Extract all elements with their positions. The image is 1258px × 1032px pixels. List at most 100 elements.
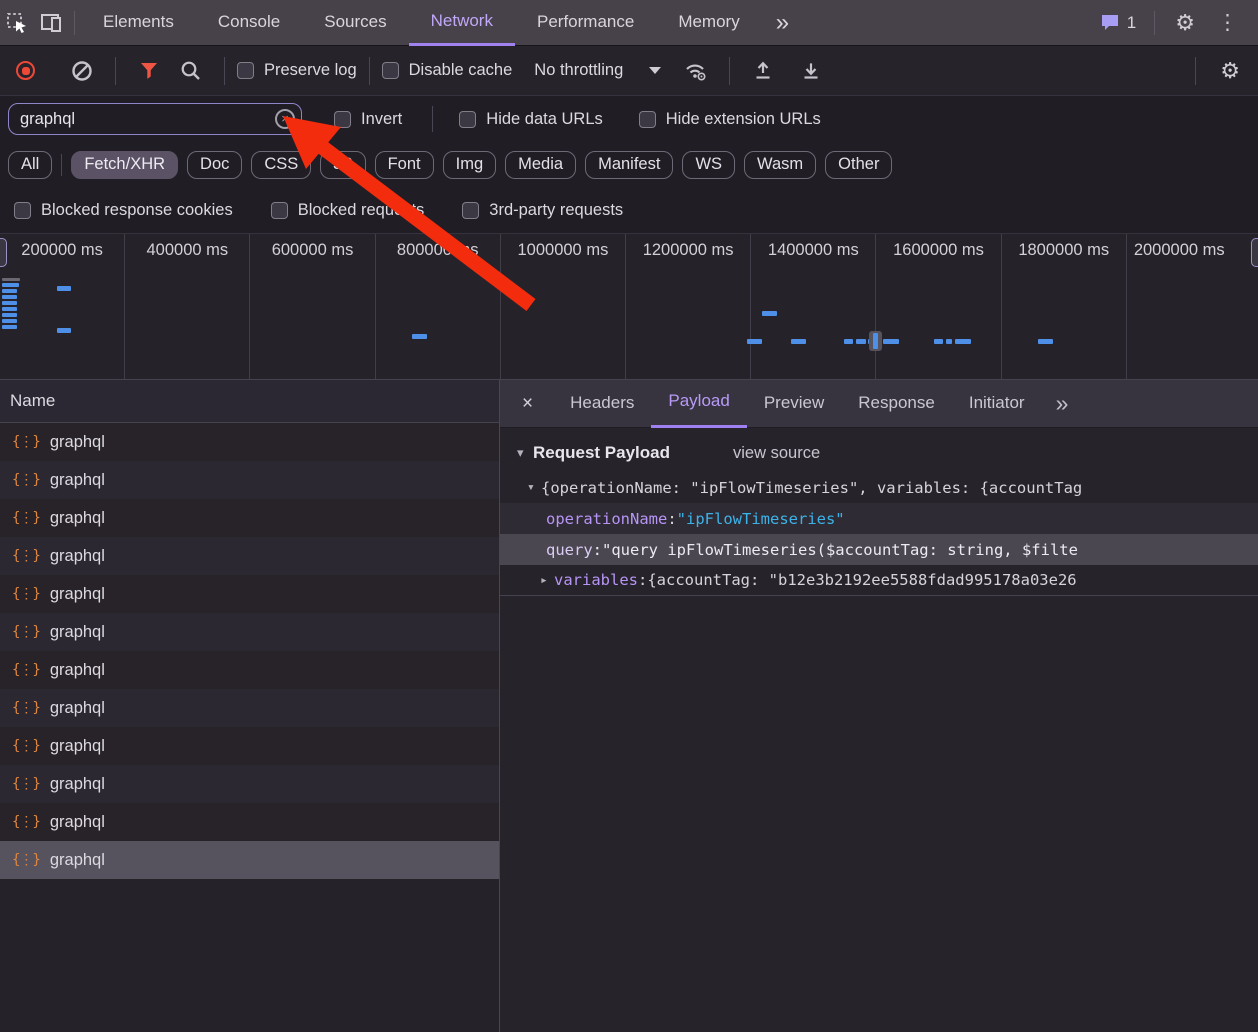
filter-icon[interactable] xyxy=(136,58,162,84)
details-tab-payload[interactable]: Payload xyxy=(651,380,746,428)
request-timing-bar xyxy=(844,339,853,344)
request-timing-bar xyxy=(412,334,427,339)
filter-chip-js[interactable]: JS xyxy=(320,151,365,179)
network-split-view: Name {⋮}graphql{⋮}graphql{⋮}graphql{⋮}gr… xyxy=(0,380,1258,1032)
filter-chip-img[interactable]: Img xyxy=(443,151,497,179)
network-toolbar: Preserve log Disable cache No throttling xyxy=(0,46,1258,96)
throttling-select[interactable]: No throttling xyxy=(534,61,661,80)
name-column-header[interactable]: Name xyxy=(0,380,499,423)
import-har-icon[interactable] xyxy=(750,58,776,84)
details-tab-initiator[interactable]: Initiator xyxy=(952,380,1042,428)
request-row[interactable]: {⋮}graphql xyxy=(0,423,499,461)
request-row[interactable]: {⋮} graphql xyxy=(0,803,499,841)
details-more-tabs-icon[interactable]: » xyxy=(1042,390,1083,417)
blocked-requests-checkbox[interactable] xyxy=(271,202,288,219)
request-row[interactable]: {⋮}graphql xyxy=(0,765,499,803)
request-payload-section[interactable]: ▾ Request Payload view source xyxy=(500,434,1258,472)
overview-handle[interactable] xyxy=(1251,238,1258,267)
filter-chip-doc[interactable]: Doc xyxy=(187,151,242,179)
preserve-log-checkbox[interactable] xyxy=(237,62,254,79)
request-row[interactable]: {⋮}graphql xyxy=(0,689,499,727)
kebab-menu-icon[interactable]: ⋮ xyxy=(1207,10,1248,35)
fetch-xhr-icon: {⋮} xyxy=(12,586,40,602)
request-details-panel: × HeadersPayloadPreviewResponseInitiator… xyxy=(500,380,1258,1032)
filter-chip-manifest[interactable]: Manifest xyxy=(585,151,673,179)
request-row[interactable]: {⋮}graphql xyxy=(0,499,499,537)
request-row[interactable]: {⋮}graphql xyxy=(0,613,499,651)
export-har-icon[interactable] xyxy=(798,58,824,84)
record-network-log-icon[interactable] xyxy=(16,61,35,80)
request-list: {⋮}graphql{⋮}graphql{⋮}graphql{⋮}graphql… xyxy=(0,423,499,879)
view-source-link[interactable]: view source xyxy=(733,444,820,463)
timeline-bars xyxy=(0,234,1258,379)
filter-chip-media[interactable]: Media xyxy=(505,151,576,179)
chevron-down-icon xyxy=(649,67,661,74)
details-tab-preview[interactable]: Preview xyxy=(747,380,841,428)
search-icon[interactable] xyxy=(178,58,204,84)
payload-operation-row[interactable]: operationName: "ipFlowTimeseries" xyxy=(500,503,1258,534)
device-toolbar-icon[interactable] xyxy=(34,6,68,40)
tab-sources[interactable]: Sources xyxy=(302,0,408,46)
network-conditions-icon[interactable] xyxy=(683,58,709,84)
disable-cache-label: Disable cache xyxy=(409,61,513,80)
details-tab-headers[interactable]: Headers xyxy=(553,380,651,428)
request-row[interactable]: {⋮}graphql xyxy=(0,841,499,879)
tab-console[interactable]: Console xyxy=(196,0,302,46)
tab-memory[interactable]: Memory xyxy=(656,0,761,46)
settings-icon[interactable]: ⚙ xyxy=(1163,10,1207,36)
filter-chip-css[interactable]: CSS xyxy=(251,151,311,179)
fetch-xhr-icon: {⋮} xyxy=(12,852,40,868)
overview-handle[interactable] xyxy=(0,238,7,267)
request-row[interactable]: {⋮} graphql xyxy=(0,575,499,613)
payload-summary-row[interactable]: ▾ {operationName: "ipFlowTimeseries", va… xyxy=(500,472,1258,503)
filter-chip-other[interactable]: Other xyxy=(825,151,892,179)
close-icon[interactable]: × xyxy=(500,393,553,415)
more-tabs-icon[interactable]: » xyxy=(762,2,803,44)
filter-chip-ws[interactable]: WS xyxy=(682,151,735,179)
network-overview-timeline[interactable]: 200000 ms400000 ms600000 ms800000 ms1000… xyxy=(0,234,1258,380)
request-row[interactable]: {⋮}graphql xyxy=(0,537,499,575)
json-colon: : xyxy=(667,510,676,528)
tab-elements[interactable]: Elements xyxy=(81,0,196,46)
fetch-xhr-icon: {⋮} xyxy=(12,510,40,526)
filter-chip-fetch-xhr[interactable]: Fetch/XHR xyxy=(71,151,178,179)
devtools-tabbar: ElementsConsoleSourcesNetworkPerformance… xyxy=(0,0,1258,46)
3rd-party-requests-checkbox[interactable] xyxy=(462,202,479,219)
json-string-value: "ipFlowTimeseries" xyxy=(677,510,845,528)
filter-chip-all[interactable]: All xyxy=(8,151,52,179)
hide-extension-urls-checkbox[interactable] xyxy=(639,111,656,128)
issues-button[interactable]: 1 xyxy=(1090,13,1146,33)
request-row[interactable]: {⋮}graphql xyxy=(0,651,499,689)
fetch-xhr-icon: {⋮} xyxy=(12,814,40,830)
request-row[interactable]: {⋮}graphql xyxy=(0,727,499,765)
blocked-response-cookies-checkbox[interactable] xyxy=(14,202,31,219)
request-name: graphql xyxy=(50,585,105,604)
invert-checkbox[interactable] xyxy=(334,111,351,128)
fetch-xhr-icon: {⋮} xyxy=(12,548,40,564)
tab-network[interactable]: Network xyxy=(409,0,515,46)
request-timing-bar xyxy=(946,339,952,344)
json-key: operationName xyxy=(546,510,667,528)
payload-query-row[interactable]: query: "query ipFlowTimeseries($accountT… xyxy=(500,534,1258,565)
blocked-requests-option: Blocked requests xyxy=(271,201,425,220)
request-name: graphql xyxy=(50,813,105,832)
divider xyxy=(1154,11,1155,35)
filter-chip-font[interactable]: Font xyxy=(375,151,434,179)
payload-variables-row[interactable]: ▸ variables: {accountTag: "b12e3b2192ee5… xyxy=(500,565,1258,596)
invert-option: Invert xyxy=(334,110,402,129)
request-timing-bar xyxy=(747,339,762,344)
hide-data-urls-checkbox[interactable] xyxy=(459,111,476,128)
clear-filter-icon[interactable]: × xyxy=(275,109,295,129)
details-tab-response[interactable]: Response xyxy=(841,380,952,428)
network-settings-icon[interactable]: ⚙ xyxy=(1208,58,1258,84)
fetch-xhr-icon: {⋮} xyxy=(12,434,40,450)
request-row[interactable]: {⋮}graphql xyxy=(0,461,499,499)
filter-input[interactable] xyxy=(8,103,302,135)
details-tabs: HeadersPayloadPreviewResponseInitiator xyxy=(553,380,1041,428)
disable-cache-checkbox[interactable] xyxy=(382,62,399,79)
filter-chip-wasm[interactable]: Wasm xyxy=(744,151,816,179)
divider xyxy=(115,57,116,85)
inspect-element-icon[interactable] xyxy=(0,6,34,40)
clear-network-log-icon[interactable] xyxy=(69,58,95,84)
tab-performance[interactable]: Performance xyxy=(515,0,656,46)
